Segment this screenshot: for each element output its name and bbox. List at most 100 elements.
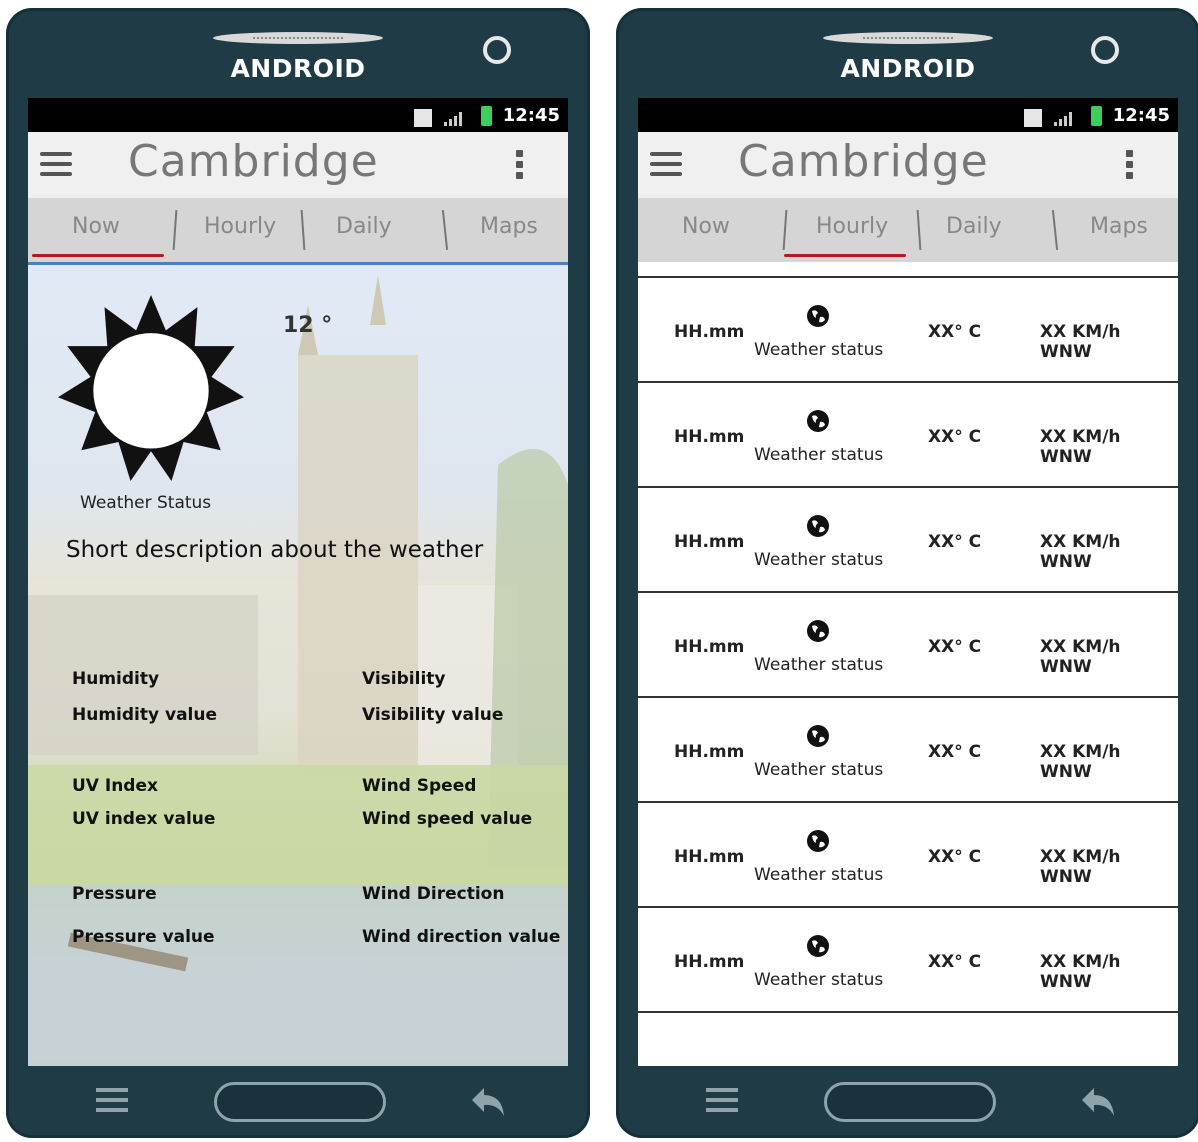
pressure-label: Pressure (72, 884, 157, 904)
hour-time: HH.mm (674, 742, 745, 762)
tab-now[interactable]: Now (72, 214, 120, 239)
wind-value: XX KM/h WNW (1040, 637, 1121, 677)
hour-time: HH.mm (674, 322, 745, 342)
weather-status-label: Weather status (754, 970, 884, 990)
battery-icon (1091, 106, 1102, 126)
more-vert-icon[interactable] (1126, 150, 1134, 183)
tab-daily[interactable]: Daily (336, 214, 392, 239)
phone-hourly-screen: ANDROID 12:45 Cambridge Now Hourly Daily… (616, 8, 1198, 1138)
wind-value: XX KM/h WNW (1040, 847, 1121, 887)
signal-icon (1054, 110, 1078, 126)
weather-status-label: Weather status (754, 865, 884, 885)
status-time: 12:45 (1112, 105, 1170, 126)
wind-speed-value: Wind speed value (362, 809, 533, 829)
screen: 12:45 Cambridge Now Hourly Daily Maps HH… (638, 98, 1178, 1066)
hourly-row[interactable]: HH.mm Weather status XX° C XX KM/h WNW (638, 801, 1178, 907)
hour-time: HH.mm (674, 427, 745, 447)
android-nav-bar (616, 1066, 1198, 1138)
selected-tab-indicator (784, 254, 906, 257)
globe-icon (807, 620, 829, 642)
hourly-row[interactable]: HH.mm Weather status XX° C XX KM/h WNW (638, 486, 1178, 592)
notification-icon (1024, 109, 1042, 127)
wind-value: XX KM/h WNW (1040, 532, 1121, 572)
menu-nav-icon[interactable] (706, 1088, 738, 1114)
weather-status-label: Weather status (754, 550, 884, 570)
temperature-value: XX° C (928, 847, 982, 867)
back-arrow-icon[interactable] (468, 1084, 508, 1124)
pressure-value: Pressure value (72, 927, 215, 947)
uv-index-label: UV Index (72, 776, 158, 796)
camera-icon (483, 36, 511, 64)
wind-direction-label: Wind Direction (362, 884, 505, 904)
temperature-value: XX° C (928, 637, 982, 657)
visibility-value: Visibility value (362, 705, 504, 725)
tab-divider (782, 209, 788, 251)
wind-direction-value: Wind direction value (362, 927, 561, 947)
wind-speed-label: Wind Speed (362, 776, 477, 796)
hour-time: HH.mm (674, 532, 745, 552)
globe-icon (807, 515, 829, 537)
status-bar: 12:45 (638, 98, 1178, 132)
globe-icon (807, 410, 829, 432)
hourly-row[interactable]: HH.mm Weather status XX° C XX KM/h WNW (638, 381, 1178, 487)
status-time: 12:45 (502, 105, 560, 126)
globe-icon (807, 725, 829, 747)
hamburger-menu-icon[interactable] (40, 152, 72, 178)
globe-icon (807, 830, 829, 852)
weather-status-label: Weather Status (80, 493, 212, 513)
menu-nav-icon[interactable] (96, 1088, 128, 1114)
battery-icon (481, 106, 492, 126)
camera-icon (1091, 36, 1119, 64)
home-button[interactable] (214, 1082, 386, 1122)
temperature-value: XX° C (928, 427, 982, 447)
selected-tab-indicator (32, 254, 164, 257)
globe-icon (807, 305, 829, 327)
tab-bar: Now Hourly Daily Maps (638, 198, 1178, 262)
hourly-row[interactable]: HH.mm Weather status XX° C XX KM/h WNW (638, 906, 1178, 1012)
wind-value: XX KM/h WNW (1040, 322, 1121, 362)
hourly-row[interactable]: HH.mm Weather status XX° C XX KM/h WNW (638, 276, 1178, 382)
home-button[interactable] (824, 1082, 996, 1122)
weather-status-label: Weather status (754, 340, 884, 360)
wind-value: XX KM/h WNW (1040, 952, 1121, 992)
tab-divider (441, 210, 449, 250)
weather-status-label: Weather status (754, 445, 884, 465)
hourly-row[interactable]: HH.mm Weather status XX° C XX KM/h WNW (638, 591, 1178, 697)
temperature-value: XX° C (928, 322, 982, 342)
tab-divider (916, 209, 922, 251)
humidity-label: Humidity (72, 669, 160, 689)
hour-time: HH.mm (674, 637, 745, 657)
tab-maps[interactable]: Maps (480, 214, 538, 239)
tab-hourly[interactable]: Hourly (816, 214, 888, 239)
temperature-value: XX° C (928, 742, 982, 762)
weather-short-description: Short description about the weather (66, 537, 484, 563)
globe-icon (807, 935, 829, 957)
hour-time: HH.mm (674, 952, 745, 972)
wind-value: XX KM/h WNW (1040, 742, 1121, 782)
list-divider (638, 1011, 1178, 1013)
tab-hourly[interactable]: Hourly (204, 214, 276, 239)
speaker-grille (823, 32, 993, 44)
city-title: Cambridge (128, 136, 379, 187)
app-bar: Cambridge (28, 132, 568, 198)
tab-now[interactable]: Now (682, 214, 730, 239)
more-vert-icon[interactable] (516, 150, 524, 183)
visibility-label: Visibility (362, 669, 446, 689)
wind-value: XX KM/h WNW (1040, 427, 1121, 467)
hourly-row[interactable]: HH.mm Weather status XX° C XX KM/h WNW (638, 696, 1178, 802)
status-bar: 12:45 (28, 98, 568, 132)
android-nav-bar (6, 1066, 590, 1138)
tab-divider (300, 209, 306, 251)
sun-icon (58, 295, 244, 481)
back-arrow-icon[interactable] (1078, 1084, 1118, 1124)
hamburger-menu-icon[interactable] (650, 152, 682, 178)
phone-now-screen: ANDROID 12:45 Cambridge Now Hourly Daily… (6, 8, 590, 1138)
screen: 12:45 Cambridge Now Hourly Daily Maps 12… (28, 98, 568, 1066)
tab-daily[interactable]: Daily (946, 214, 1002, 239)
app-bar: Cambridge (638, 132, 1178, 198)
weather-status-label: Weather status (754, 655, 884, 675)
temperature-value: XX° C (928, 532, 982, 552)
tab-divider (1051, 210, 1059, 250)
notification-icon (414, 109, 432, 127)
tab-maps[interactable]: Maps (1090, 214, 1148, 239)
